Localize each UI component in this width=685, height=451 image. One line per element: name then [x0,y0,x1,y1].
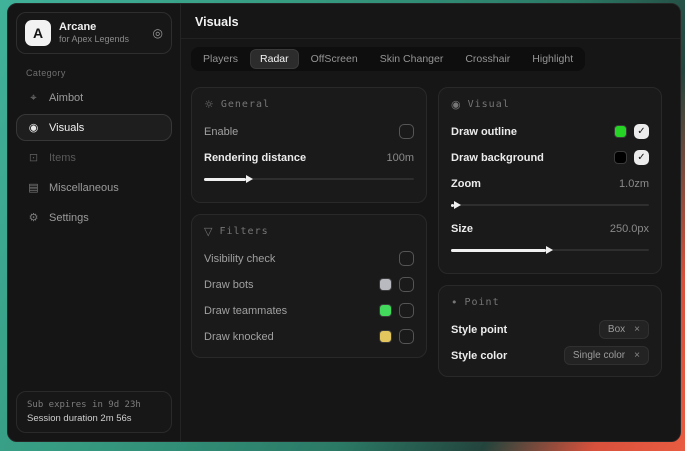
app-header: A Arcane for Apex Legends ◎ [16,12,172,54]
eye-icon: ◉ [27,121,40,134]
zoom-value: 1.0zm [619,178,649,190]
panel-title: General [221,99,270,110]
main-header: Visuals [181,4,681,39]
panel-title: Point [465,297,500,308]
eye-icon: ◉ [451,98,461,111]
rendering-distance-value: 100m [386,152,414,164]
row-draw-knocked: Draw knocked [204,326,414,347]
main-area: Visuals Players Radar OffScreen Skin Cha… [181,4,681,441]
draw-knocked-color-swatch[interactable] [379,330,392,343]
slider-fill [451,249,546,252]
crosshair-icon: ⌖ [27,91,40,105]
row-enable: Enable [204,121,414,142]
enable-label: Enable [204,126,238,138]
zoom-label: Zoom [451,178,481,190]
sidebar-item-label: Aimbot [49,92,83,104]
draw-outline-color-swatch[interactable] [614,125,627,138]
style-point-select[interactable]: Box × [599,320,649,339]
zoom-slider[interactable] [451,199,649,211]
row-draw-outline: Draw outline ✓ [451,121,649,142]
tab-players[interactable]: Players [193,49,248,69]
row-visibility-check: Visibility check [204,248,414,269]
panel-general: ☼ General Enable Rendering distance 100m [191,87,427,203]
panel-title: Filters [219,226,268,237]
draw-bots-color-swatch[interactable] [379,278,392,291]
style-color-value: Single color [573,350,625,361]
tab-offscreen[interactable]: OffScreen [301,49,368,69]
tab-crosshair[interactable]: Crosshair [455,49,520,69]
sidebar-item-aimbot[interactable]: ⌖ Aimbot [16,84,172,111]
draw-teammates-color-swatch[interactable] [379,304,392,317]
settings-gear-icon[interactable]: ◎ [153,26,163,40]
sidebar-nav: ⌖ Aimbot ◉ Visuals ⊡ Items ▤ Miscellaneo… [16,84,172,231]
app-window: A Arcane for Apex Legends ◎ Category ⌖ A… [7,3,681,442]
draw-outline-checkbox[interactable]: ✓ [634,124,649,139]
row-size: Size 250.0px [451,218,649,239]
row-zoom: Zoom 1.0zm [451,173,649,194]
size-label: Size [451,223,473,235]
close-icon[interactable]: × [634,324,640,335]
sidebar-item-visuals[interactable]: ◉ Visuals [16,114,172,141]
enable-checkbox[interactable] [399,124,414,139]
row-style-point: Style point Box × [451,319,649,340]
tab-highlight[interactable]: Highlight [522,49,583,69]
dot-icon: • [451,296,458,309]
slider-fill [451,204,454,207]
sidebar-item-miscellaneous[interactable]: ▤ Miscellaneous [16,174,172,201]
gear-icon: ⚙ [27,211,40,224]
funnel-icon: ▽ [204,225,212,238]
panel-filters: ▽ Filters Visibility check Draw bots [191,214,427,358]
row-draw-background: Draw background ✓ [451,147,649,168]
style-color-select[interactable]: Single color × [564,346,649,365]
app-logo: A [25,20,51,46]
box-icon: ⊡ [27,151,40,164]
sidebar-item-label: Visuals [49,122,84,134]
session-duration-text: Session duration 2m 56s [27,413,161,424]
subscription-info-box: Sub expires in 9d 23h Session duration 2… [16,391,172,433]
rendering-distance-slider[interactable] [204,173,414,185]
content: ☼ General Enable Rendering distance 100m [181,75,681,389]
size-slider[interactable] [451,244,649,256]
app-name: Arcane [59,21,145,35]
sidebar-item-label: Miscellaneous [49,182,119,194]
sidebar: A Arcane for Apex Legends ◎ Category ⌖ A… [8,4,181,441]
close-icon[interactable]: × [634,350,640,361]
row-rendering-distance: Rendering distance 100m [204,147,414,168]
slider-fill [204,178,246,181]
grid-icon: ▤ [27,181,40,194]
row-draw-teammates: Draw teammates [204,300,414,321]
sun-icon: ☼ [204,98,214,111]
sidebar-item-items[interactable]: ⊡ Items [16,144,172,171]
tab-radar[interactable]: Radar [250,49,299,69]
draw-teammates-checkbox[interactable] [399,303,414,318]
tab-bar: Players Radar OffScreen Skin Changer Cro… [191,47,585,71]
panel-title: Visual [468,99,510,110]
app-subtitle: for Apex Legends [59,34,145,45]
panel-visual: ◉ Visual Draw outline ✓ Draw background [438,87,662,274]
tab-skin-changer[interactable]: Skin Changer [370,49,454,69]
category-label: Category [26,68,162,78]
draw-knocked-checkbox[interactable] [399,329,414,344]
panel-point: • Point Style point Box × Style color S [438,285,662,377]
tabs-row: Players Radar OffScreen Skin Changer Cro… [181,39,681,75]
sidebar-item-label: Settings [49,212,89,224]
draw-bots-checkbox[interactable] [399,277,414,292]
rendering-distance-label: Rendering distance [204,152,306,164]
size-value: 250.0px [610,223,649,235]
style-point-value: Box [608,324,625,335]
page-title: Visuals [195,15,668,29]
row-draw-bots: Draw bots [204,274,414,295]
sub-expires-text: Sub expires in 9d 23h [27,400,161,410]
row-style-color: Style color Single color × [451,345,649,366]
draw-background-color-swatch[interactable] [614,151,627,164]
sidebar-item-settings[interactable]: ⚙ Settings [16,204,172,231]
draw-background-checkbox[interactable]: ✓ [634,150,649,165]
sidebar-item-label: Items [49,152,76,164]
visibility-check-checkbox[interactable] [399,251,414,266]
